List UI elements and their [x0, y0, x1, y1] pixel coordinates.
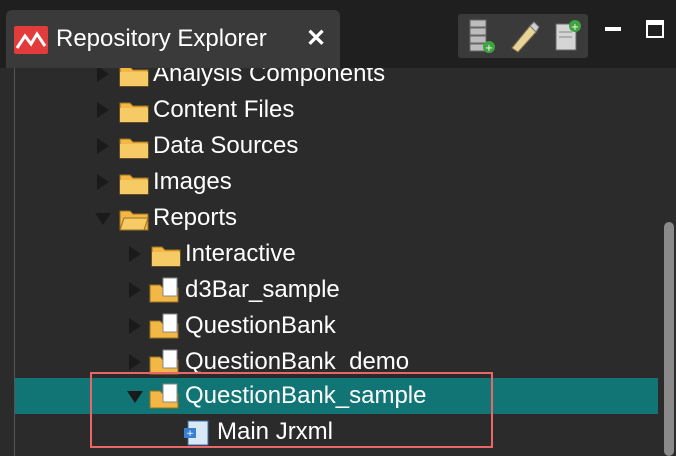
tree-item-label: Analysis Components	[153, 68, 386, 87]
repository-tree[interactable]: Analysis Components Content Files Data S…	[14, 68, 659, 456]
tree-item-questionbank[interactable]: QuestionBank	[15, 308, 659, 344]
expand-arrow-icon[interactable]	[129, 282, 141, 298]
tree-item-d3bar-sample[interactable]: d3Bar_sample	[15, 272, 659, 308]
tree-item-label: Reports	[153, 204, 238, 231]
svg-text:+: +	[485, 43, 493, 54]
tree-item-questionbank-demo[interactable]: QuestionBank_demo	[15, 344, 659, 380]
title-bar: Repository Explorer ✕ + +	[0, 0, 676, 68]
tab-title: Repository Explorer	[56, 25, 267, 52]
tree-item-label: Interactive	[185, 240, 296, 267]
tree-item-reports[interactable]: Reports	[15, 200, 659, 236]
report-unit-icon	[149, 349, 179, 375]
tree-item-label: Data Sources	[153, 132, 299, 159]
report-unit-icon	[149, 383, 179, 409]
tree-item-content-files[interactable]: Content Files	[15, 92, 659, 128]
tree-item-analysis-components[interactable]: Analysis Components	[15, 68, 659, 92]
collapse-arrow-icon[interactable]	[95, 213, 111, 225]
tab-repository-explorer[interactable]: Repository Explorer ✕	[6, 10, 340, 68]
folder-open-icon	[119, 210, 149, 231]
svg-text:+: +	[186, 429, 194, 439]
scrollbar-thumb[interactable]	[664, 222, 674, 456]
tree-item-images[interactable]: Images	[15, 164, 659, 200]
tree-item-interactive[interactable]: Interactive	[15, 236, 659, 272]
edit-icon[interactable]	[506, 18, 540, 54]
jaspersoft-logo-icon	[14, 26, 48, 54]
tree-item-label: QuestionBank_demo	[185, 348, 410, 375]
folder-icon	[119, 174, 149, 195]
report-unit-icon	[149, 277, 179, 303]
folder-icon	[119, 138, 149, 159]
report-unit-icon	[149, 313, 179, 339]
tree-item-label: Content Files	[153, 96, 295, 123]
folder-icon	[119, 102, 149, 123]
new-server-icon[interactable]: +	[462, 18, 496, 54]
new-file-icon[interactable]: +	[550, 18, 584, 54]
close-icon[interactable]: ✕	[306, 27, 326, 51]
tree-item-label: Main Jrxml	[217, 418, 334, 445]
folder-icon	[151, 246, 181, 267]
toolbar: + +	[458, 14, 588, 58]
collapse-arrow-icon[interactable]	[127, 391, 143, 403]
maximize-icon[interactable]	[644, 18, 666, 40]
expand-arrow-icon[interactable]	[97, 174, 109, 190]
expand-arrow-icon[interactable]	[97, 68, 109, 82]
expand-arrow-icon[interactable]	[129, 354, 141, 370]
minimize-icon[interactable]	[602, 18, 624, 40]
expand-arrow-icon[interactable]	[97, 138, 109, 154]
svg-text:+: +	[571, 22, 579, 33]
folder-icon	[119, 68, 149, 87]
expand-arrow-icon[interactable]	[129, 318, 141, 334]
tree-item-label: d3Bar_sample	[185, 276, 340, 303]
jrxml-file-icon: +	[184, 420, 209, 446]
tree-item-main-jrxml[interactable]: + Main Jrxml	[15, 414, 659, 450]
expand-arrow-icon[interactable]	[129, 246, 141, 262]
tree-item-questionbank-sample[interactable]: QuestionBank_sample	[15, 378, 659, 414]
expand-arrow-icon[interactable]	[97, 102, 109, 118]
tree-item-label: QuestionBank	[185, 312, 336, 339]
tree-item-label: QuestionBank_sample	[185, 382, 427, 409]
tree-item-data-sources[interactable]: Data Sources	[15, 128, 659, 164]
tree-item-label: Images	[153, 168, 232, 195]
